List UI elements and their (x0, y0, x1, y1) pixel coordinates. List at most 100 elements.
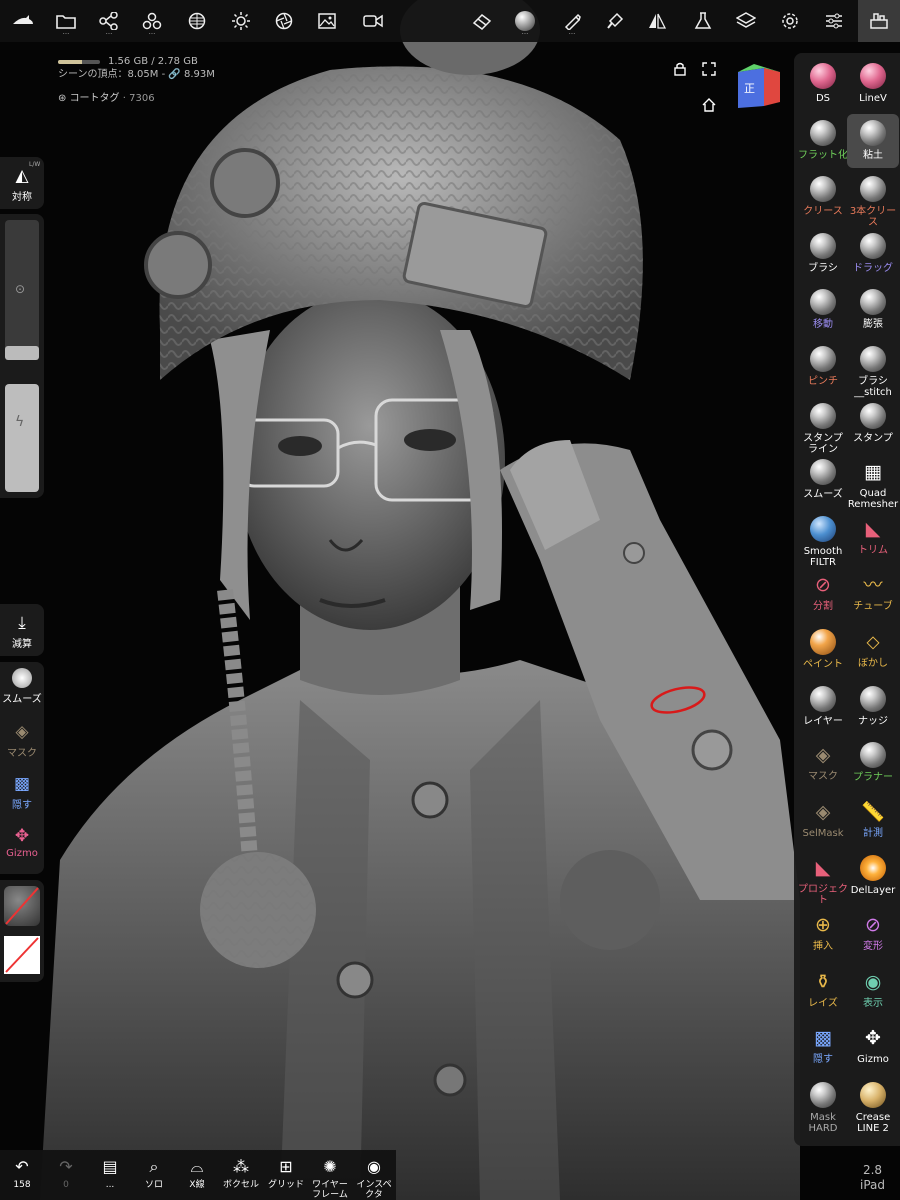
tool-16[interactable]: Smooth FILTR (797, 510, 849, 568)
tool-7[interactable]: ドラッグ (847, 227, 899, 281)
tool-37[interactable]: Crease LINE 2 (847, 1076, 899, 1134)
tool-8[interactable]: 移動 (797, 283, 849, 337)
paint-brush-icon[interactable] (595, 0, 635, 42)
intensity-slider[interactable]: ϟ (5, 384, 39, 492)
bottom-inspector-button[interactable]: ◉ インスペクタ (354, 1150, 394, 1200)
tool-22[interactable]: レイヤー (797, 680, 849, 734)
tool-11[interactable]: ブラシ__stitch (847, 340, 899, 398)
quick-smooth-button[interactable]: スムーズ (0, 668, 44, 705)
tool-label: チューブ (853, 601, 893, 613)
tool-20[interactable]: ペイント (797, 623, 849, 677)
brush-pen-icon[interactable]: ··· (552, 0, 592, 42)
bottom-wireframe-button[interactable]: ✺ ワイヤーフレーム (310, 1150, 350, 1200)
symmetry-button[interactable]: ◭ 対称 (0, 166, 44, 203)
tool-28[interactable]: ◣ プロジェクト (797, 849, 849, 906)
sculpt-tools-icon[interactable] (858, 0, 900, 42)
tool-17[interactable]: ◣ トリム (847, 510, 899, 564)
view-cube-front-label: 正 (744, 82, 755, 95)
bottom-search-button[interactable]: ⌕ ソロ (134, 1150, 174, 1200)
hide-icon: ▩ (13, 774, 31, 794)
quick-hide-button[interactable]: ▩ 隠す (0, 774, 44, 811)
tool-14[interactable]: スムーズ (797, 453, 849, 507)
tool-label: Quad Remesher (847, 488, 899, 511)
layers-icon[interactable] (726, 0, 766, 42)
bottom-glasses-button[interactable]: ⌓ X線 (177, 1150, 217, 1200)
tool-25[interactable]: プラナー (847, 736, 899, 790)
eraser-icon[interactable] (462, 0, 502, 42)
camera-aperture-icon[interactable] (264, 0, 304, 42)
bottom-undo-button[interactable]: ↶ 158 (2, 1150, 42, 1200)
tool-15[interactable]: ▦ Quad Remesher (847, 453, 899, 511)
tool-29[interactable]: DelLayer (847, 849, 899, 903)
tool-glyph-icon: ◣ (865, 517, 881, 540)
tool-35[interactable]: ✥ Gizmo (847, 1019, 899, 1073)
bottom-voxel-button[interactable]: ⁂ ボクセル (221, 1150, 261, 1200)
decimate-button[interactable]: ⤓ 減算 (0, 613, 44, 650)
fullscreen-icon[interactable] (702, 62, 716, 80)
search-icon: ⌕ (149, 1157, 159, 1176)
tool-label: Gizmo (857, 1054, 889, 1066)
tool-36[interactable]: Mask HARD (797, 1076, 849, 1134)
video-icon[interactable] (353, 0, 393, 42)
topology-icon[interactable]: ··· (132, 0, 172, 42)
decimate-label: 減算 (12, 639, 32, 650)
quick-mask-button[interactable]: ◈ マスク (0, 722, 44, 759)
tool-31[interactable]: ⊘ 変形 (847, 906, 899, 960)
redo-icon: ↷ (59, 1157, 73, 1176)
tool-32[interactable]: ⚱ レイズ (797, 963, 849, 1017)
gear-icon[interactable] (770, 0, 810, 42)
radius-slider[interactable]: ⊙ (5, 220, 39, 360)
sculpt-viewport[interactable] (0, 0, 900, 1200)
tool-5[interactable]: 3本クリース (847, 170, 899, 228)
light-icon[interactable] (221, 0, 261, 42)
tool-1[interactable]: LineV (847, 57, 899, 111)
bottom-grid-button[interactable]: ⊞ グリッド (266, 1150, 306, 1200)
matcap-icon[interactable]: ··· (505, 0, 545, 42)
tool-0[interactable]: DS (797, 57, 849, 111)
tool-label: 3本クリース (849, 206, 897, 229)
radius-slider-handle[interactable] (5, 346, 39, 360)
lock-icon[interactable] (674, 62, 686, 80)
quick-hide-label: 隠す (12, 800, 32, 811)
bottom-redo-button[interactable]: ↷ 0 (46, 1150, 86, 1200)
tool-9[interactable]: 膨張 (847, 283, 899, 337)
scene-tree-icon[interactable]: ··· (89, 0, 129, 42)
tool-18[interactable]: ⊘ 分割 (797, 566, 849, 620)
sliders-icon[interactable] (814, 0, 854, 42)
shark-logo-icon[interactable] (3, 0, 43, 42)
quick-gizmo-button[interactable]: ✥ Gizmo (0, 826, 44, 859)
tool-4[interactable]: クリース (797, 170, 849, 224)
tool-19[interactable]: 〰チューブ (847, 566, 899, 620)
tool-34[interactable]: ▩ 隠す (797, 1019, 849, 1073)
tool-33[interactable]: ◉ 表示 (847, 963, 899, 1017)
tool-26[interactable]: ◈ SelMask (797, 793, 849, 847)
flask-icon[interactable] (683, 0, 723, 42)
color-swatch[interactable] (4, 936, 40, 974)
tool-24[interactable]: ◈ マスク (797, 736, 849, 790)
tool-label: 粘土 (863, 149, 883, 161)
folder-icon[interactable]: ··· (46, 0, 86, 42)
tool-30[interactable]: ⊕ 挿入 (797, 906, 849, 960)
tool-2[interactable]: フラット化 (797, 114, 849, 168)
tool-13[interactable]: スタンプ (847, 397, 899, 451)
tool-6[interactable]: ブラシ (797, 227, 849, 281)
material-sphere-icon[interactable] (177, 0, 217, 42)
view-cube[interactable]: 正 (734, 62, 782, 110)
tool-label: ピンチ (808, 376, 838, 387)
tool-3[interactable]: 粘土 (847, 113, 899, 168)
tool-12[interactable]: スタンプ ライン (797, 397, 849, 455)
image-icon[interactable] (307, 0, 347, 42)
version-badge: 2.8 iPad (860, 1163, 885, 1193)
tool-21[interactable]: ⬦ ぼかし (847, 623, 899, 677)
home-icon[interactable] (702, 98, 716, 116)
tool-10[interactable]: ピンチ (797, 340, 849, 394)
bottom-history-button[interactable]: ▤... (90, 1150, 130, 1200)
tool-sphere-icon (810, 346, 836, 372)
tag-label: コートタグ (69, 93, 120, 104)
material-swatch[interactable] (4, 886, 40, 926)
radius-icon: ⊙ (15, 282, 26, 296)
sculpt-model-render[interactable] (0, 0, 900, 1200)
tool-27[interactable]: 📏 計測 (847, 793, 899, 847)
tool-23[interactable]: ナッジ (847, 680, 899, 734)
symmetry-icon[interactable] (637, 0, 677, 42)
